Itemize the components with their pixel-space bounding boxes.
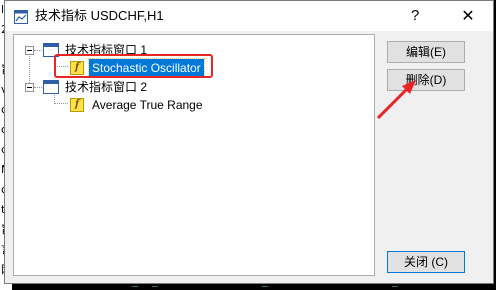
tree-line	[54, 103, 68, 105]
chart-dash	[392, 286, 398, 287]
indicator-window-icon	[43, 80, 59, 94]
collapse-icon[interactable]	[25, 46, 34, 55]
collapse-icon[interactable]	[25, 83, 34, 92]
annotation-highlight-box	[54, 54, 213, 78]
edit-button[interactable]: 编辑(E)	[387, 41, 465, 63]
tree-group-label: 技术指标窗口 2	[65, 80, 148, 94]
tree-line	[34, 87, 42, 89]
close-button[interactable]: 关闭 (C)	[387, 251, 465, 273]
indicators-icon	[14, 9, 28, 24]
function-icon: f	[70, 98, 84, 112]
dialog-title: 技术指标 USDCHF,H1	[35, 8, 164, 23]
indicators-dialog: 技术指标 USDCHF,H1 ? ✕ 技术指标窗口 1 f Stochastic…	[4, 0, 494, 284]
title-bar[interactable]: 技术指标 USDCHF,H1 ? ✕	[5, 1, 493, 31]
chart-dash	[152, 286, 158, 287]
close-icon[interactable]: ✕	[453, 3, 483, 29]
tree-line	[34, 50, 42, 52]
chart-dash	[132, 286, 138, 287]
help-button[interactable]: ?	[411, 7, 419, 25]
annotation-arrow-icon	[376, 80, 416, 120]
chart-dash	[262, 286, 268, 287]
tree-item-label: Average True Range	[92, 98, 203, 112]
